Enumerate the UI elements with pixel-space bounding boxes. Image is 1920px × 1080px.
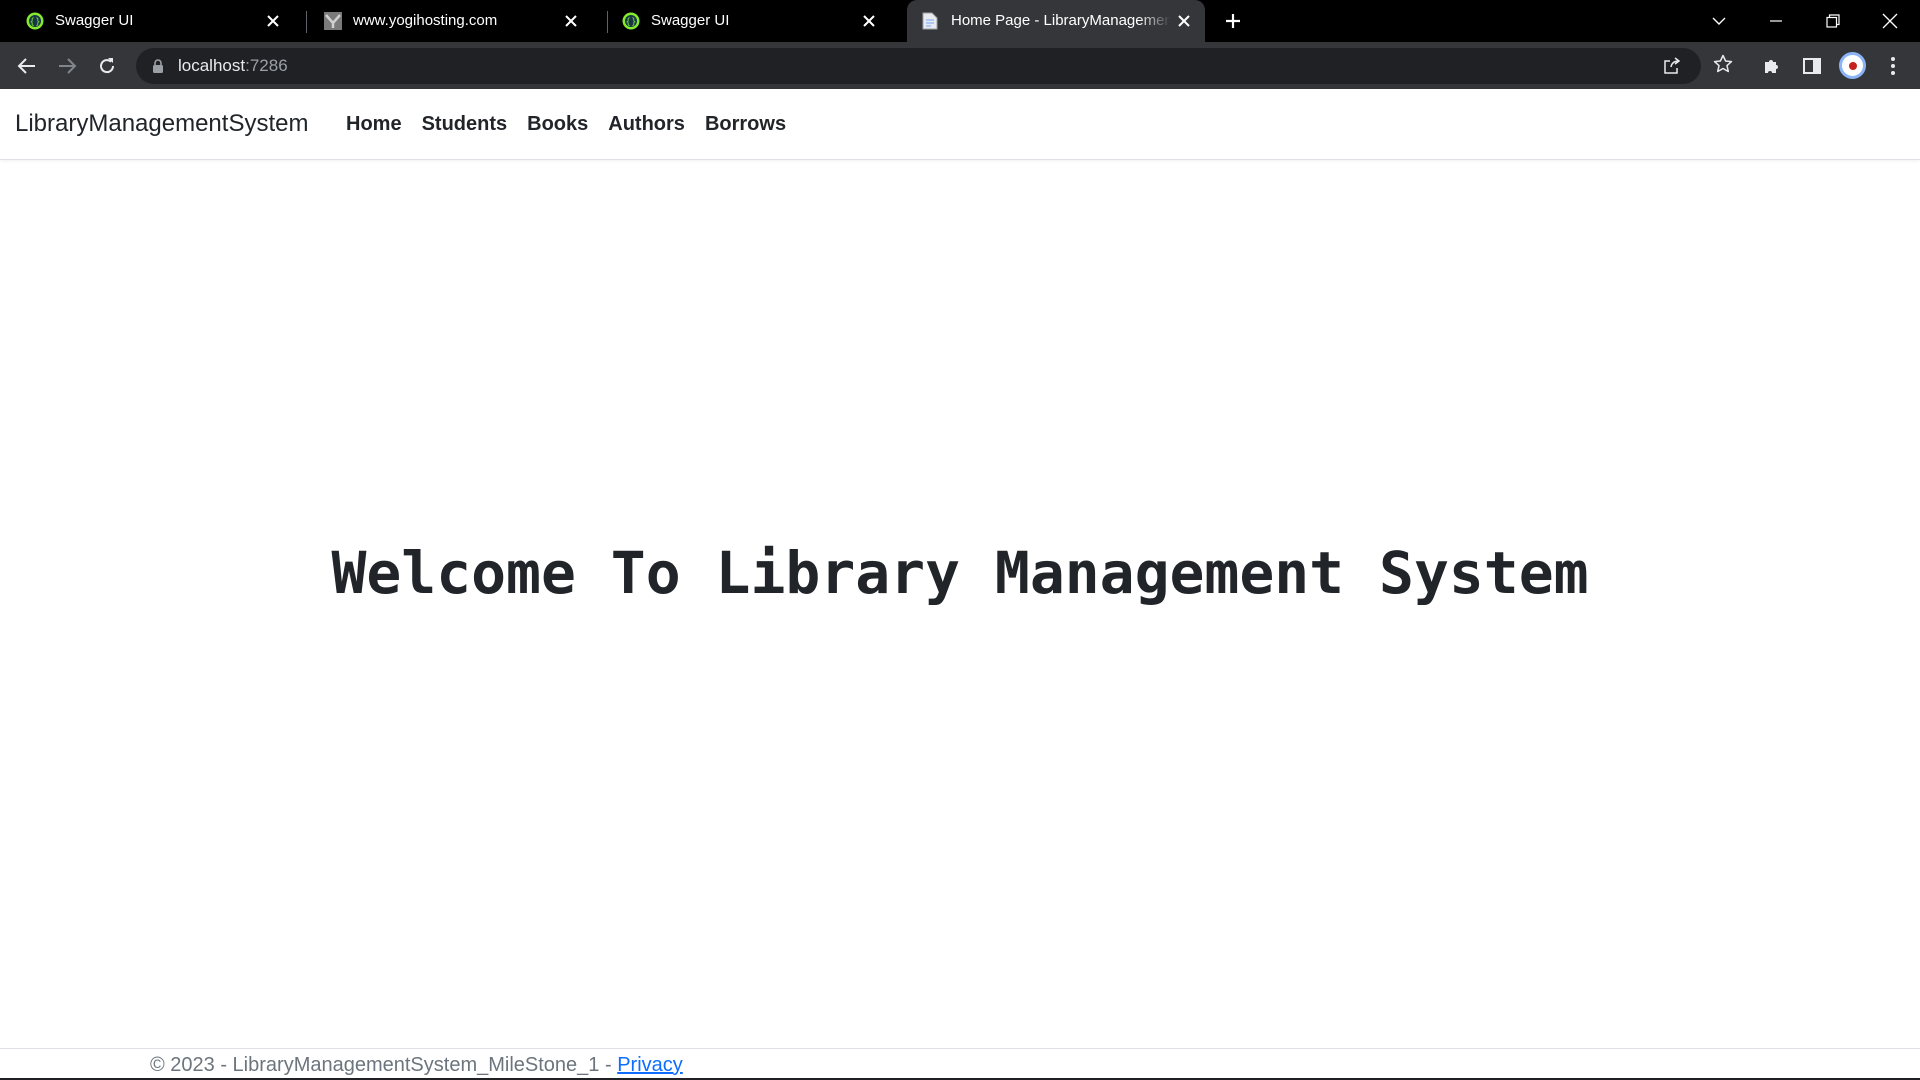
footer-copyright: © 2023 - LibraryManagementSystem_MileSto… xyxy=(150,1054,618,1076)
browser-toolbar: localhost:7286 xyxy=(0,42,1920,89)
back-arrow-icon[interactable] xyxy=(12,51,42,81)
lock-icon[interactable] xyxy=(150,58,166,74)
url-port: :7286 xyxy=(245,56,288,75)
url-text[interactable]: localhost:7286 xyxy=(178,56,288,76)
tab-title: www.yogihosting.com xyxy=(353,12,498,29)
side-panel-icon[interactable] xyxy=(1800,54,1824,78)
tab-search-chevron-down-icon[interactable] xyxy=(1706,8,1732,34)
address-bar[interactable]: localhost:7286 xyxy=(136,48,1701,84)
swagger-icon: {} xyxy=(26,12,44,30)
yogihosting-favicon-icon xyxy=(324,12,342,30)
close-icon[interactable] xyxy=(860,12,878,30)
nav-link-borrows[interactable]: Borrows xyxy=(705,111,786,137)
nav-link-students[interactable]: Students xyxy=(422,111,508,137)
tab-title: Swagger UI xyxy=(55,12,134,29)
tab-title: Home Page - LibraryManagementSystem xyxy=(951,12,1171,29)
svg-text:{}: {} xyxy=(29,18,40,28)
browser-tab-strip: {} Swagger UI www.yogihosting.com {} Swa… xyxy=(0,0,1920,42)
main-nav: Home Students Books Authors Borrows xyxy=(346,111,806,137)
window-close-icon[interactable] xyxy=(1877,8,1903,34)
minimize-icon[interactable] xyxy=(1763,8,1789,34)
site-navbar: LibraryManagementSystem Home Students Bo… xyxy=(0,89,1920,160)
url-host: localhost xyxy=(178,56,246,75)
close-icon[interactable] xyxy=(562,12,580,30)
nav-link-home[interactable]: Home xyxy=(346,111,402,137)
profile-dot xyxy=(1848,61,1857,70)
swagger-icon: {} xyxy=(622,12,640,30)
tab-title: Swagger UI xyxy=(651,12,730,29)
close-icon[interactable] xyxy=(1175,12,1193,30)
browser-tab-swagger-2[interactable]: {} Swagger UI xyxy=(596,0,894,42)
forward-arrow-icon[interactable] xyxy=(52,51,82,81)
browser-tab-swagger-1[interactable]: {} Swagger UI xyxy=(0,0,298,42)
privacy-link[interactable]: Privacy xyxy=(617,1054,683,1076)
browser-tab-home-page[interactable]: Home Page - LibraryManagementSystem xyxy=(907,0,1205,42)
page-viewport: LibraryManagementSystem Home Students Bo… xyxy=(0,89,1920,1080)
close-icon[interactable] xyxy=(264,12,282,30)
svg-text:{}: {} xyxy=(625,18,636,28)
brand-link[interactable]: LibraryManagementSystem xyxy=(15,109,308,139)
restore-icon[interactable] xyxy=(1820,8,1846,34)
nav-link-books[interactable]: Books xyxy=(527,111,588,137)
browser-tab-yogihosting[interactable]: www.yogihosting.com xyxy=(298,0,596,42)
site-footer: © 2023 - LibraryManagementSystem_MileSto… xyxy=(0,1048,1920,1080)
share-icon[interactable] xyxy=(1661,55,1683,77)
more-menu-icon[interactable] xyxy=(1881,54,1905,78)
page-title: Welcome To Library Management System xyxy=(331,538,1589,607)
profile-avatar[interactable] xyxy=(1839,52,1866,79)
reload-icon[interactable] xyxy=(92,51,122,81)
bookmark-star-icon[interactable] xyxy=(1711,52,1735,76)
extensions-puzzle-icon[interactable] xyxy=(1760,54,1784,78)
document-icon xyxy=(921,12,939,30)
nav-link-authors[interactable]: Authors xyxy=(608,111,685,137)
footer-text: © 2023 - LibraryManagementSystem_MileSto… xyxy=(150,1053,683,1077)
new-tab-button[interactable] xyxy=(1222,10,1244,32)
